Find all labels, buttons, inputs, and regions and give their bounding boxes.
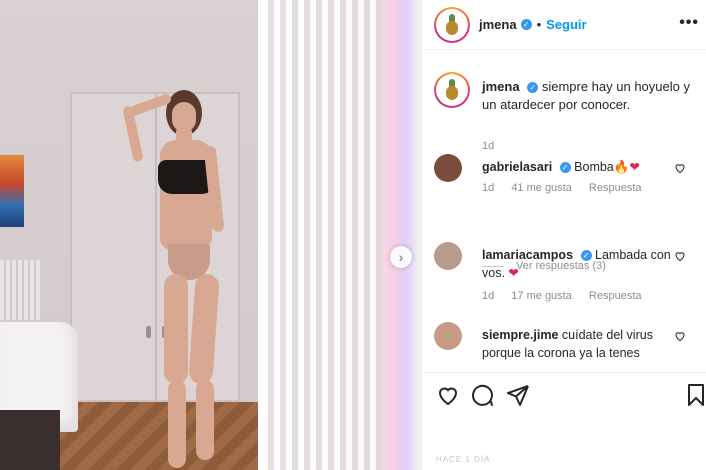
comment-text: siempre.jime cuídate del virus porque la… — [482, 326, 678, 362]
fire-emoji-icon: 🔥 — [613, 160, 630, 174]
comment-icon[interactable] — [470, 383, 494, 407]
red-heart-emoji-icon: ❤ — [629, 160, 640, 174]
comment-meta: 1d 41 me gusta Respuesta — [482, 182, 656, 194]
caption-avatar[interactable] — [434, 72, 470, 108]
reply-button[interactable]: Respuesta — [589, 290, 642, 302]
comment-time[interactable]: 1d — [482, 182, 494, 194]
post-header: jmena ✓ • Seguir ••• — [422, 0, 706, 50]
avatar[interactable] — [434, 6, 470, 43]
follow-button[interactable]: Seguir — [546, 17, 586, 32]
verified-icon: ✓ — [520, 19, 532, 30]
curtain — [262, 0, 382, 470]
comments-list[interactable]: jmena ✓ siempre hay un hoyuelo y un atar… — [422, 50, 706, 372]
verified-icon: ✓ — [527, 82, 539, 94]
pineapple-avatar-icon — [442, 13, 462, 36]
verified-icon: ✓ — [580, 250, 592, 262]
header-username[interactable]: jmena — [479, 17, 517, 32]
comment-username[interactable]: gabrielasari — [482, 160, 552, 174]
caption-time[interactable]: 1d — [482, 140, 494, 152]
post-media[interactable]: › — [0, 0, 421, 470]
comment-avatar[interactable] — [434, 242, 462, 270]
comment-like-heart-icon[interactable] — [674, 250, 686, 262]
comment-text: lamariacampos ✓ Lambada con vos. ❤ — [482, 246, 678, 282]
share-icon[interactable] — [506, 383, 530, 407]
heart-icon[interactable] — [436, 383, 460, 407]
verified-icon: ✓ — [559, 162, 571, 174]
more-icon[interactable]: ••• — [679, 14, 699, 32]
post-panel: jmena ✓ • Seguir ••• jmena ✓ siempre hay… — [421, 0, 706, 470]
comment-username[interactable]: siempre.jime — [482, 328, 558, 342]
bookmark-icon[interactable] — [684, 383, 706, 407]
radiator — [0, 260, 40, 320]
comment-username[interactable]: lamariacampos — [482, 248, 573, 262]
comment-avatar[interactable] — [434, 322, 462, 350]
comment-meta: 1d 17 me gusta Respuesta — [482, 290, 656, 302]
caption-username[interactable]: jmena — [482, 79, 520, 94]
person-figure — [120, 88, 260, 470]
action-bar — [422, 372, 706, 416]
comment-body: Bomba — [574, 160, 614, 174]
comment-text: gabrielasari ✓ Bomba🔥❤ — [482, 158, 678, 176]
reply-button[interactable]: Respuesta — [589, 182, 642, 194]
comment-likes[interactable]: 17 me gusta — [511, 290, 572, 302]
dot-separator: • — [536, 17, 542, 32]
red-heart-emoji-icon: ❤ — [508, 266, 519, 280]
comment-avatar[interactable] — [434, 154, 462, 182]
comment-likes[interactable]: 41 me gusta — [511, 182, 572, 194]
caption-text: jmena ✓ siempre hay un hoyuelo y un atar… — [482, 78, 702, 114]
light-flare — [372, 0, 421, 470]
comment-like-heart-icon[interactable] — [674, 162, 686, 174]
next-arrow-icon[interactable]: › — [390, 246, 412, 268]
pineapple-avatar-icon — [442, 79, 462, 101]
bed-base — [0, 410, 60, 470]
wall-painting — [0, 155, 24, 227]
comment-like-heart-icon[interactable] — [674, 330, 686, 342]
post-date-peek: HACE 1 DÍA — [436, 455, 491, 464]
comment-time[interactable]: 1d — [482, 290, 494, 302]
